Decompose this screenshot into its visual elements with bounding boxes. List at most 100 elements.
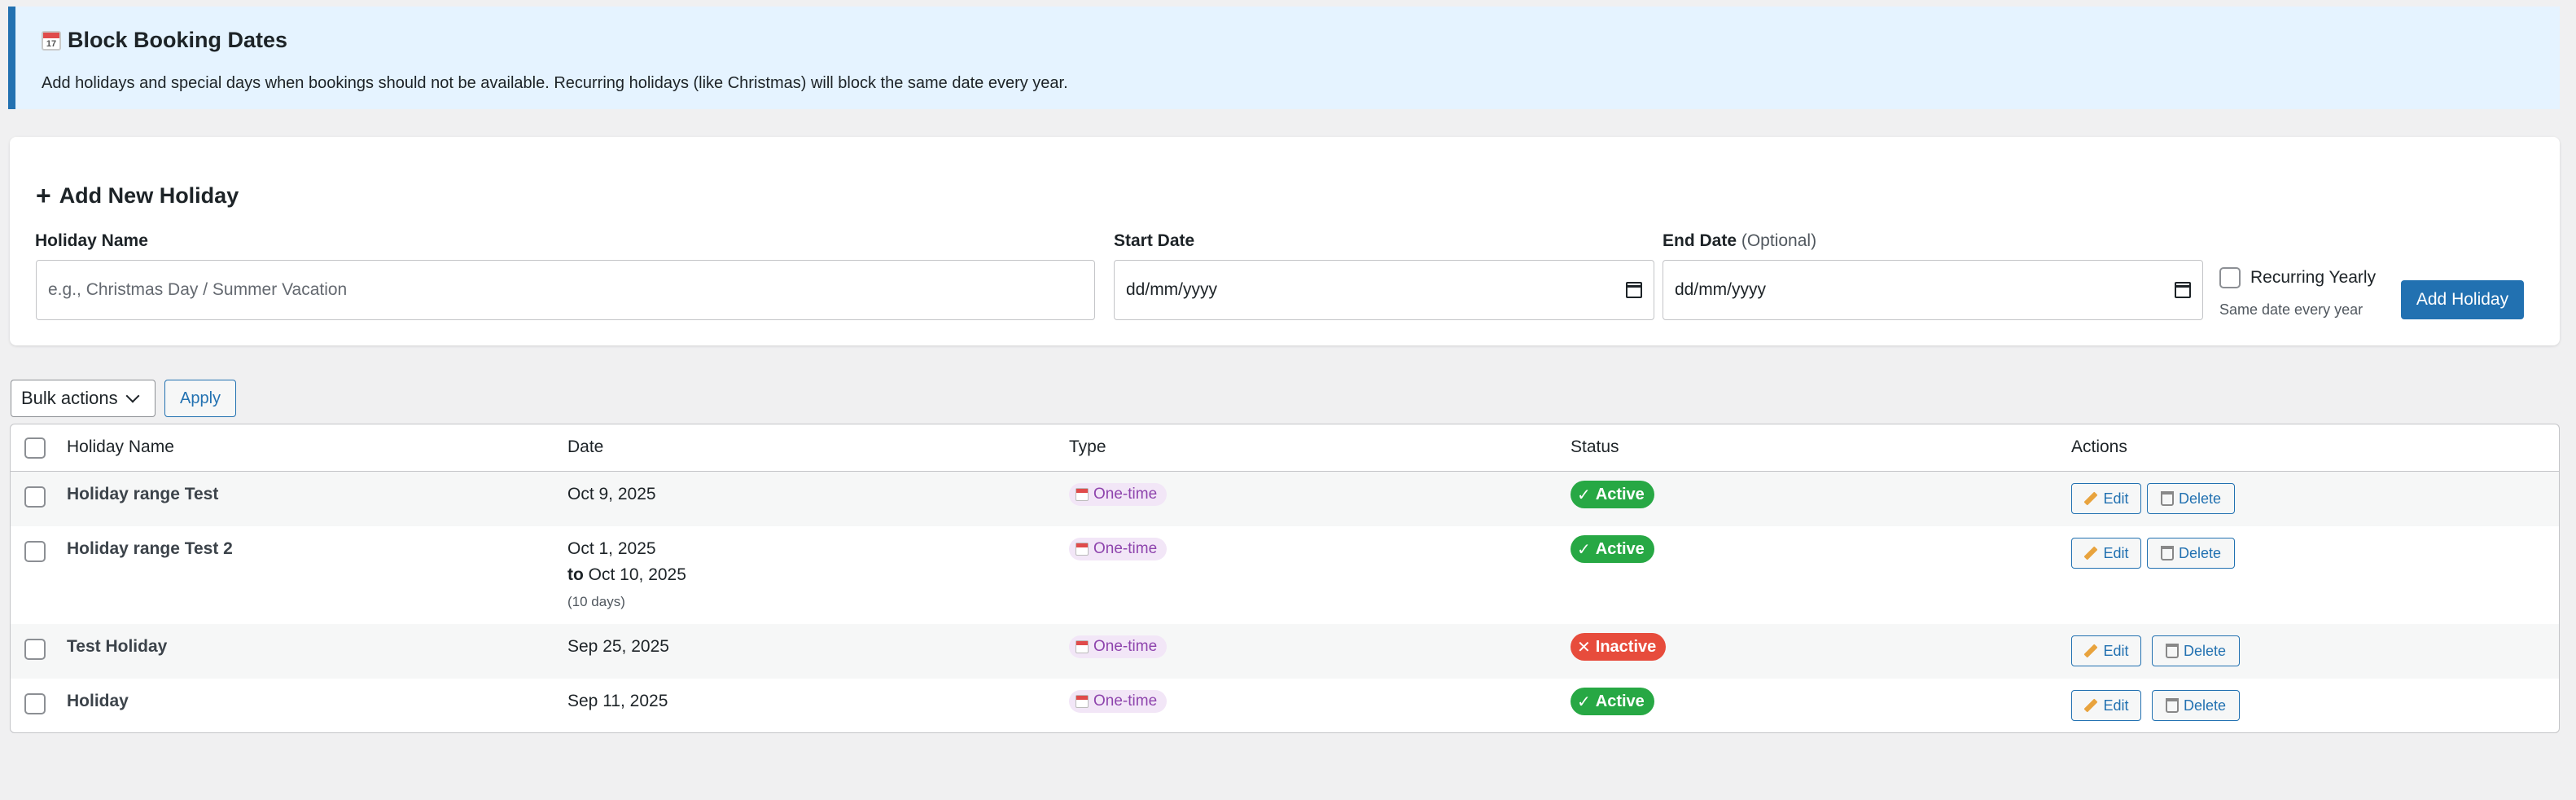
check-icon: ✓ [1577,692,1591,711]
calendar-picker-icon[interactable] [2175,282,2191,298]
end-date-label: End Date (Optional) [1663,231,1816,251]
add-holiday-button[interactable]: Add Holiday [2401,280,2524,319]
trash-icon [2160,491,2174,506]
end-date-label-text: End Date [1663,231,1737,250]
calendar-icon [1076,488,1089,501]
holiday-date: Oct 9, 2025 [567,485,656,503]
delete-button[interactable]: Delete [2147,538,2235,569]
holiday-name-label: Holiday Name [35,231,148,250]
holiday-name-input[interactable]: e.g., Christmas Day / Summer Vacation [36,260,1095,320]
type-badge-label: One-time [1093,692,1158,710]
edit-label: Edit [2103,697,2129,714]
holiday-end-date: to Oct 10, 2025 [567,565,686,585]
calendar-icon [1076,695,1089,708]
start-date-input[interactable]: dd/mm/yyyy [1114,260,1654,320]
status-badge: ✓ Active [1571,481,1654,508]
col-header-date[interactable]: Date [567,437,603,457]
calendar-icon [1076,640,1089,653]
status-badge-label: Active [1595,692,1645,710]
row-checkbox[interactable] [24,639,46,660]
holiday-date: Sep 11, 2025 [567,692,668,710]
recurring-option: Recurring Yearly Same date every year [2219,267,2376,319]
apply-button[interactable]: Apply [164,380,236,417]
edit-button[interactable]: Edit [2071,635,2141,666]
delete-label: Delete [2178,544,2222,561]
form-title-text: Add New Holiday [59,182,239,208]
edit-button[interactable]: Edit [2071,690,2141,721]
type-badge: One-time [1069,538,1168,560]
form-title: + Add New Holiday [36,182,239,209]
table-header: Holiday Name Date Type Status Actions [11,424,2559,472]
trash-icon [2165,698,2179,713]
status-badge-label: Active [1595,485,1645,503]
calendar-icon [1076,543,1089,556]
check-icon: ✓ [1577,486,1591,504]
bulk-actions-label: Bulk actions [21,388,118,408]
edit-button[interactable]: Edit [2071,538,2141,569]
row-checkbox[interactable] [24,486,46,508]
edit-label: Edit [2103,642,2129,659]
type-badge: One-time [1069,690,1168,713]
table-row: Holiday Sep 11, 2025 One-time ✓ Active E… [11,679,2559,732]
delete-label: Delete [2178,490,2222,507]
row-checkbox[interactable] [24,541,46,562]
status-badge-label: Active [1595,539,1645,558]
start-date-value: dd/mm/yyyy [1126,280,1218,299]
add-holiday-card: + Add New Holiday Holiday Name e.g., Chr… [10,137,2560,345]
pencil-icon [2083,491,2098,506]
delete-label: Delete [2183,697,2227,714]
type-badge: One-time [1069,483,1168,506]
table-row: Holiday range Test 2 Oct 1, 2025 to Oct … [11,526,2559,624]
end-date-optional: (Optional) [1741,231,1817,250]
select-all-checkbox[interactable] [24,437,46,459]
status-badge-label: Inactive [1595,637,1657,656]
calendar-picker-icon[interactable] [1626,282,1642,298]
status-badge: ✕ Inactive [1571,633,1667,661]
status-badge: ✓ Active [1571,535,1654,563]
trash-icon [2160,546,2174,560]
calendar-icon: 17 [42,30,61,51]
pencil-icon [2083,546,2098,560]
end-date-input[interactable]: dd/mm/yyyy [1663,260,2203,320]
chevron-down-icon [125,389,140,403]
notice-description: Add holidays and special days when booki… [42,74,1068,92]
plus-icon: + [36,181,51,210]
holiday-name: Test Holiday [67,637,168,656]
trash-icon [2165,644,2179,658]
type-badge: One-time [1069,635,1168,658]
recurring-label[interactable]: Recurring Yearly [2250,268,2376,288]
edit-button[interactable]: Edit [2071,483,2141,514]
holiday-date: Sep 25, 2025 [567,637,669,656]
cross-icon: ✕ [1577,638,1591,657]
type-badge-label: One-time [1093,638,1158,655]
row-checkbox[interactable] [24,693,46,714]
holiday-duration: (10 days) [567,594,625,609]
type-badge-label: One-time [1093,486,1158,503]
col-header-actions: Actions [2071,437,2127,456]
col-header-name[interactable]: Holiday Name [67,437,174,457]
end-date-text: Oct 10, 2025 [588,565,686,584]
col-header-status[interactable]: Status [1571,437,1619,457]
delete-button[interactable]: Delete [2152,690,2240,721]
col-header-type[interactable]: Type [1069,437,1106,457]
edit-label: Edit [2103,544,2129,561]
delete-button[interactable]: Delete [2147,483,2235,514]
info-notice: 17 Block Booking Dates Add holidays and … [8,7,2560,109]
end-date-value: dd/mm/yyyy [1675,280,1767,299]
recurring-checkbox[interactable] [2219,267,2241,288]
check-icon: ✓ [1577,540,1591,559]
pencil-icon [2083,644,2098,658]
pencil-icon [2083,698,2098,713]
holiday-name: Holiday range Test [67,485,219,503]
table-row: Test Holiday Sep 25, 2025 One-time ✕ Ina… [11,624,2559,679]
start-date-label: Start Date [1114,231,1195,250]
delete-button[interactable]: Delete [2152,635,2240,666]
notice-title: 17 Block Booking Dates [42,28,2560,53]
status-badge: ✓ Active [1571,688,1654,715]
type-badge-label: One-time [1093,540,1158,557]
recurring-help: Same date every year [2219,301,2364,318]
holiday-date: Oct 1, 2025 [567,539,656,558]
holiday-name: Holiday range Test 2 [67,539,233,558]
holiday-name: Holiday [67,692,129,710]
bulk-actions-select[interactable]: Bulk actions [11,380,156,417]
